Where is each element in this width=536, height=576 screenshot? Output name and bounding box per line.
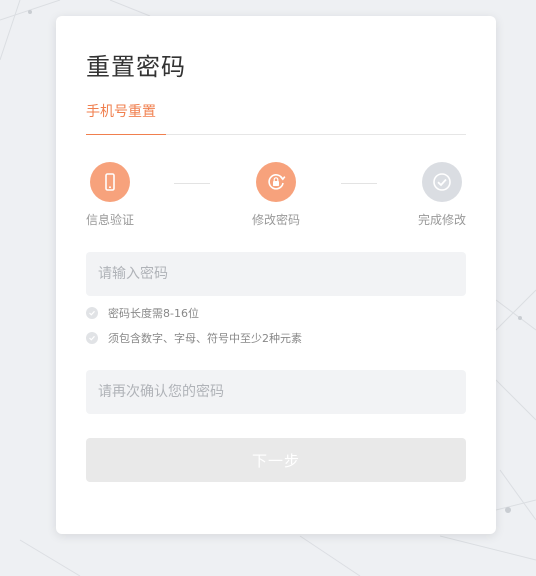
check-icon	[86, 332, 98, 344]
reset-password-card: 重置密码 手机号重置 信息验证 修改密码 完成修改 密码长度需8-16位 须包含…	[56, 16, 496, 534]
step-info-verification: 信息验证	[70, 162, 150, 228]
check-icon	[86, 307, 98, 319]
reset-method-tabs: 手机号重置	[86, 102, 466, 135]
step-complete: 完成修改	[402, 162, 482, 228]
step-connector	[341, 183, 377, 184]
tab-phone-reset[interactable]: 手机号重置	[86, 102, 158, 134]
hint-text: 密码长度需8-16位	[108, 307, 199, 320]
step-connector	[174, 183, 210, 184]
next-step-button[interactable]: 下一步	[86, 438, 466, 482]
active-tab-indicator	[86, 134, 166, 135]
hint-length: 密码长度需8-16位	[86, 304, 199, 322]
check-circle-icon	[422, 162, 462, 202]
step-label: 完成修改	[417, 213, 466, 227]
page-title: 重置密码	[86, 53, 186, 81]
hint-complexity: 须包含数字、字母、符号中至少2种元素	[86, 329, 302, 347]
password-input[interactable]	[86, 252, 466, 296]
step-change-password: 修改密码	[236, 162, 316, 228]
lock-refresh-icon	[256, 162, 296, 202]
step-label: 信息验证	[85, 213, 134, 227]
step-label: 修改密码	[251, 213, 300, 227]
phone-icon	[90, 162, 130, 202]
hint-text: 须包含数字、字母、符号中至少2种元素	[108, 332, 302, 345]
confirm-password-input[interactable]	[86, 370, 466, 414]
